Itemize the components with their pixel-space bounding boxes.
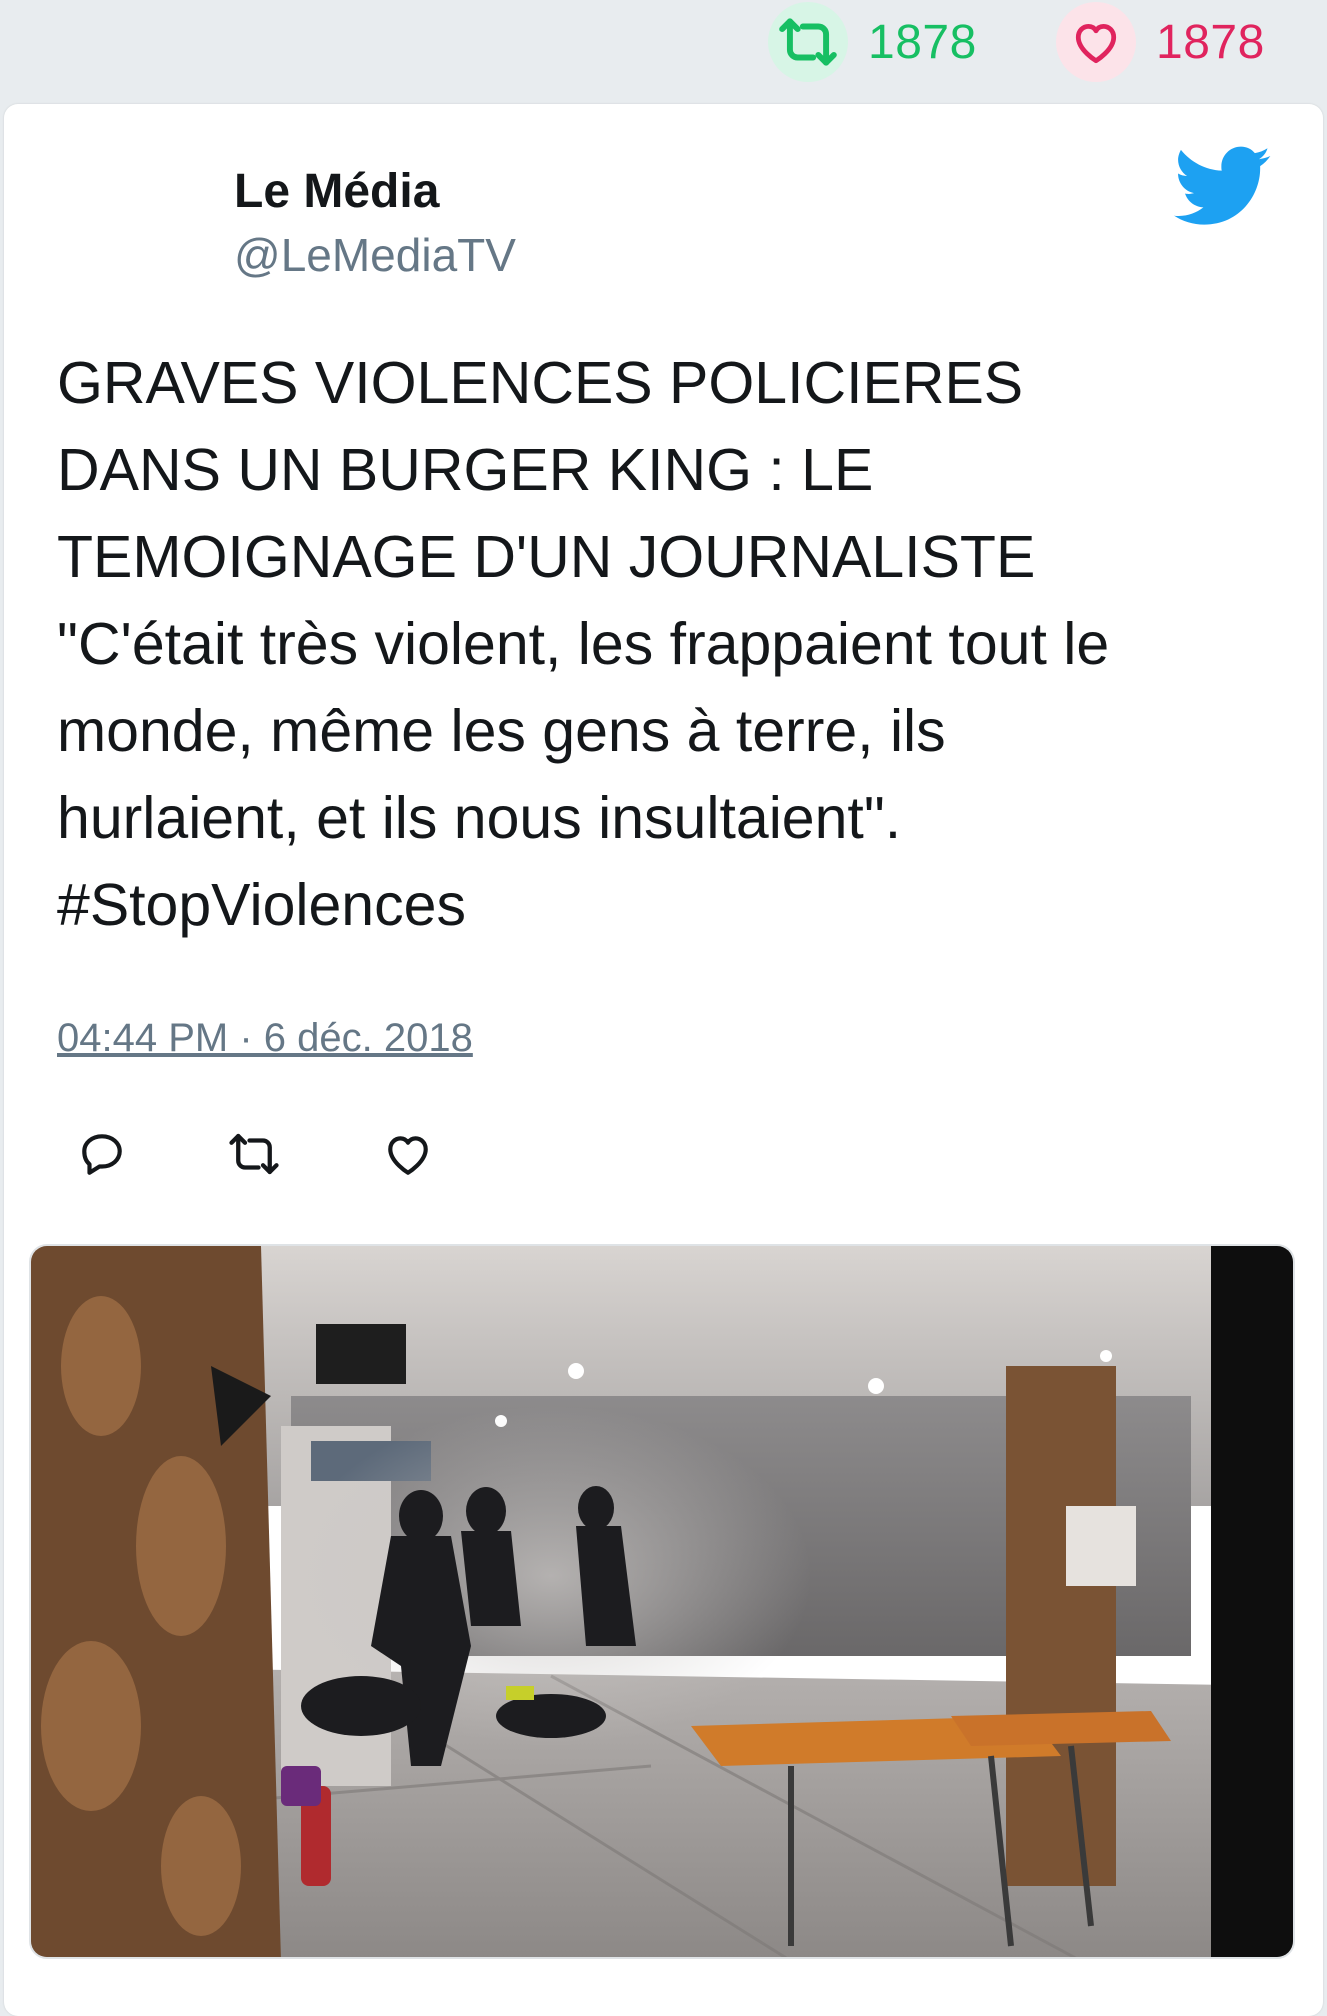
like-count: 1878 (1156, 15, 1265, 69)
tweet-text-line: DANS UN BURGER KING : LE (57, 437, 874, 503)
heart-icon (388, 1136, 428, 1175)
tweet-text-line: monde, même les gens à terre, ils (57, 698, 946, 764)
reply-button[interactable] (72, 1124, 132, 1184)
retweet-count: 1878 (868, 15, 977, 69)
retweet-button[interactable] (224, 1124, 284, 1184)
heart-icon (1056, 2, 1136, 82)
hashtag-link[interactable]: #StopViolences (57, 862, 1287, 949)
retweet-icon (229, 1133, 279, 1175)
tweet-text-line: TEMOIGNAGE D'UN JOURNALISTE (57, 524, 1036, 590)
retweet-stat[interactable]: 1878 (768, 0, 977, 84)
retweet-icon (768, 2, 848, 82)
tweet-text-line: hurlaient, et ils nous insultaient". (57, 785, 902, 851)
media-image (31, 1246, 1293, 1957)
like-stat[interactable]: 1878 (1056, 0, 1265, 84)
tweet-text-line: GRAVES VIOLENCES POLICIERES (57, 350, 1024, 416)
author-name[interactable]: Le Média (234, 164, 439, 219)
reply-icon (82, 1134, 122, 1175)
tweet-text-line: "C'était très violent, les frappaient to… (57, 611, 1110, 677)
author-handle[interactable]: @LeMediaTV (234, 228, 516, 282)
twitter-bird-icon[interactable] (1174, 146, 1272, 228)
tweet-timestamp[interactable]: 04:44 PM · 6 déc. 2018 (57, 1016, 473, 1061)
like-button[interactable] (378, 1124, 438, 1184)
tweet-media[interactable] (29, 1244, 1295, 1959)
tweet-card: Le Média @LeMediaTV GRAVES VIOLENCES POL… (4, 104, 1323, 2016)
tweet-stats-bar: 1878 1878 (0, 0, 1327, 100)
tweet-text: GRAVES VIOLENCES POLICIERES DANS UN BURG… (57, 340, 1287, 949)
